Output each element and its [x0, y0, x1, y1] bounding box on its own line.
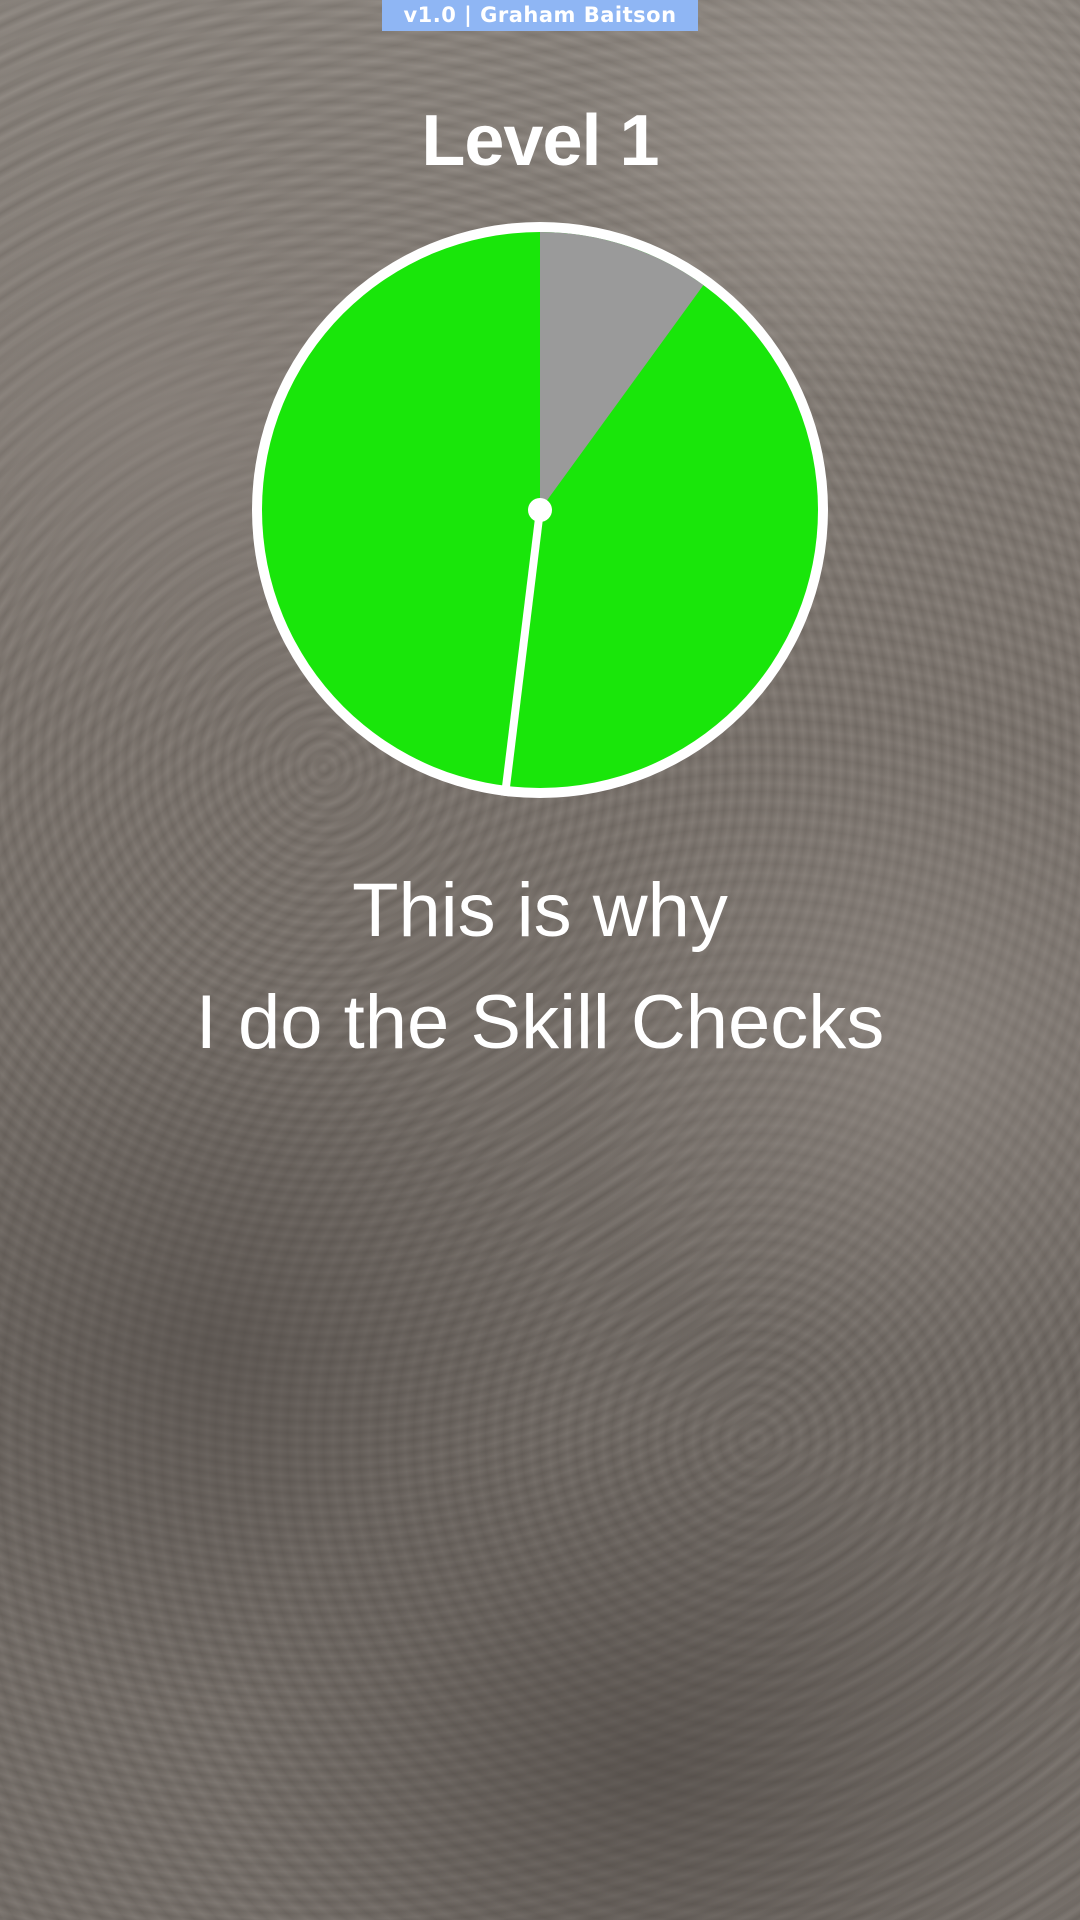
- caption-line-1: This is why: [352, 868, 728, 953]
- caption-line-2: I do the Skill Checks: [195, 980, 885, 1065]
- level-title: Level 1: [421, 101, 659, 181]
- version-tag: v1.0 | Graham Baitson: [382, 0, 698, 31]
- skill-check-wheel[interactable]: [250, 220, 830, 800]
- caption: This is why I do the Skill Checks: [0, 855, 1080, 1079]
- needle-hub: [528, 498, 552, 522]
